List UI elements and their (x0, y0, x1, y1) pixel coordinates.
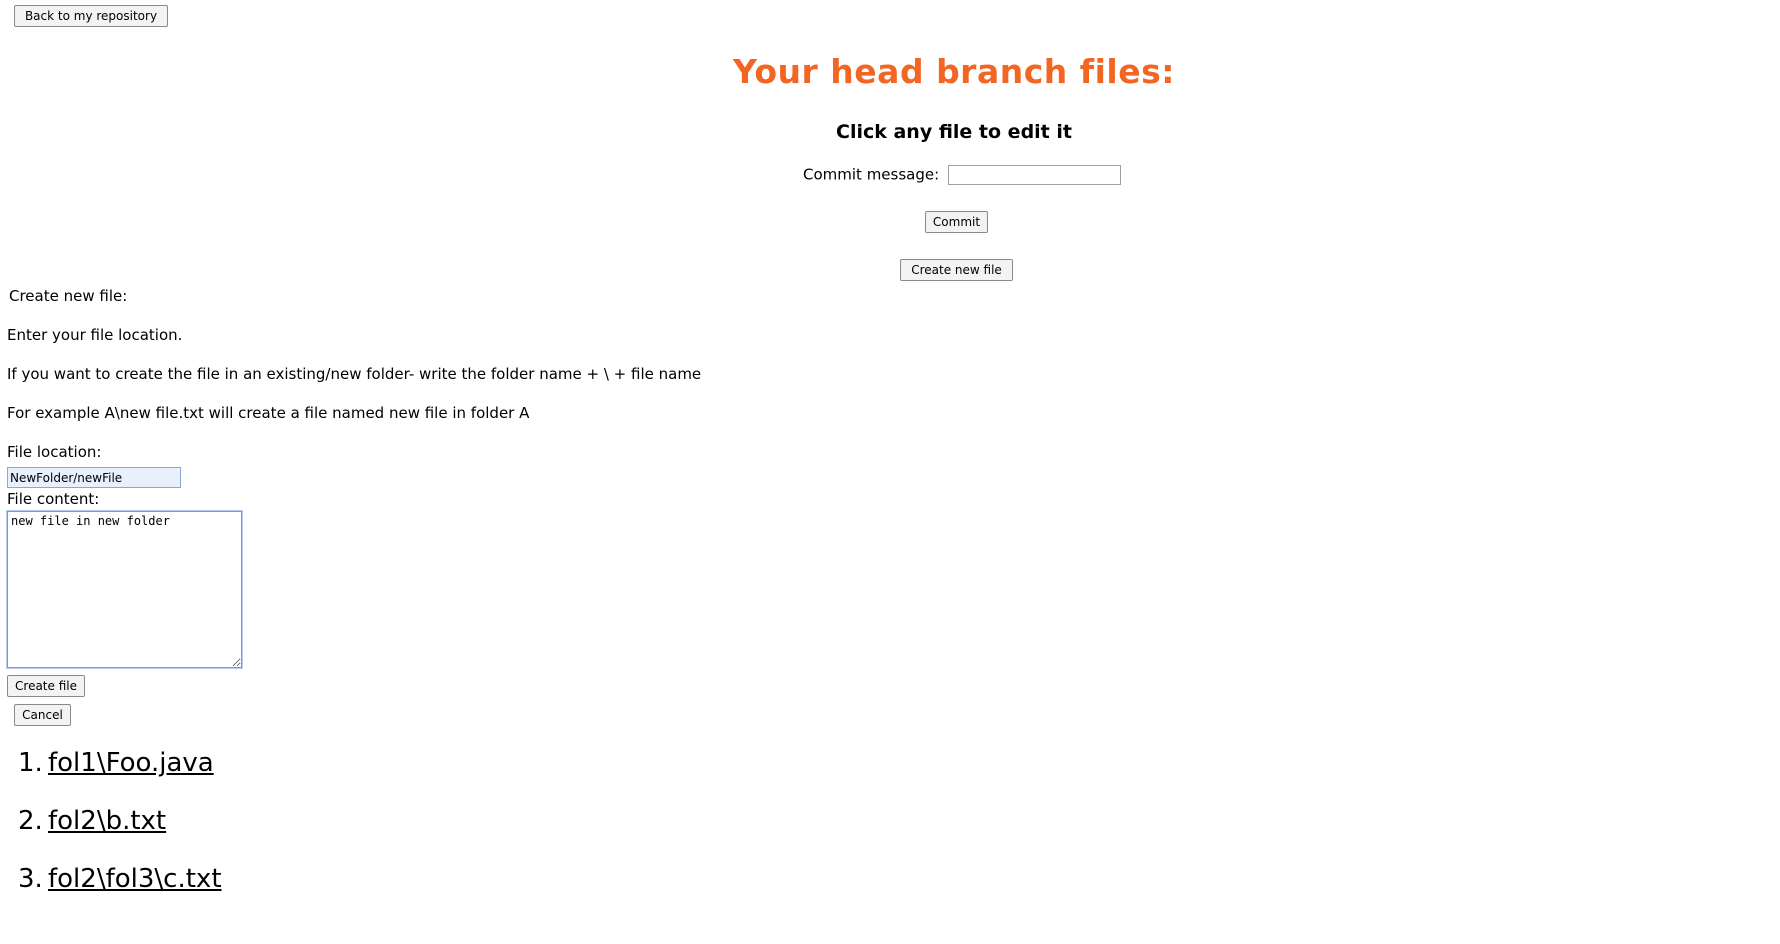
page: Back to my repository Your head branch f… (0, 0, 1780, 944)
instruction-line: If you want to create the file in an exi… (7, 365, 702, 383)
file-link[interactable]: fol2\fol3\c.txt (48, 864, 222, 894)
file-link[interactable]: fol2\b.txt (48, 806, 166, 836)
file-list: 1. fol1\Foo.java 2. fol2\b.txt 3. fol2\fol3… (18, 746, 222, 920)
commit-message-row: Commit message: (803, 165, 1121, 185)
list-item: 3. fol2\fol3\c.txt (18, 862, 222, 920)
list-item-number: 3. (18, 864, 43, 894)
file-location-input[interactable] (7, 467, 181, 488)
create-new-file-heading: Create new file: (9, 287, 128, 305)
list-item: 1. fol1\Foo.java (18, 746, 222, 804)
file-content-textarea[interactable]: new file in new folder (6, 510, 243, 669)
instruction-line: Enter your file location. (7, 326, 183, 344)
create-file-button[interactable]: Create file (7, 675, 85, 697)
create-new-file-button[interactable]: Create new file (900, 259, 1013, 281)
file-link[interactable]: fol1\Foo.java (48, 748, 214, 778)
file-content-label: File content: (7, 490, 100, 508)
commit-message-label: Commit message: (803, 165, 940, 184)
list-item: 2. fol2\b.txt (18, 804, 222, 862)
instruction-line: For example A\new file.txt will create a… (7, 404, 530, 422)
list-item-number: 2. (18, 806, 43, 836)
file-location-label: File location: (7, 443, 102, 461)
page-title: Your head branch files: (733, 52, 1175, 91)
back-to-repository-button[interactable]: Back to my repository (14, 5, 168, 27)
cancel-button[interactable]: Cancel (14, 704, 71, 726)
list-item-number: 1. (18, 748, 43, 778)
commit-message-input[interactable] (947, 165, 1121, 185)
commit-button[interactable]: Commit (925, 211, 988, 233)
page-subtitle: Click any file to edit it (836, 121, 1072, 143)
